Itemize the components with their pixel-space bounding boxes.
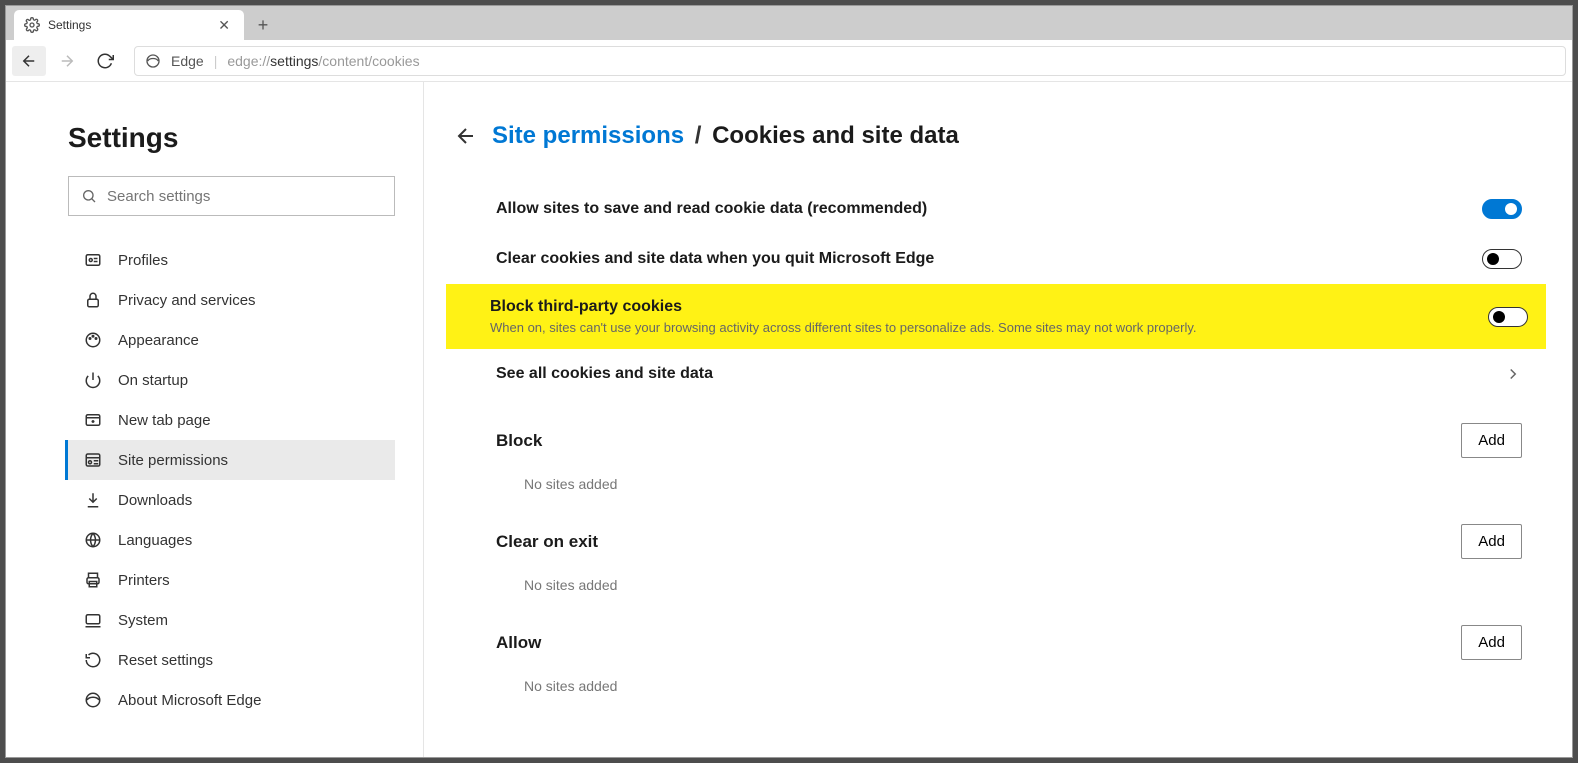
language-icon xyxy=(84,531,102,549)
search-input[interactable] xyxy=(107,188,382,205)
row-title: Clear cookies and site data when you qui… xyxy=(496,250,1482,268)
sidebar-item-site-permissions[interactable]: Site permissions xyxy=(65,440,395,480)
address-bar[interactable]: Edge | edge://settings/content/cookies xyxy=(134,46,1566,76)
tab-settings[interactable]: Settings ✕ xyxy=(14,10,244,40)
row-block-third-party: Block third-party cookies When on, sites… xyxy=(446,284,1546,349)
toggle-allow-cookies[interactable] xyxy=(1482,199,1522,219)
power-icon xyxy=(84,371,102,389)
row-allow-cookies: Allow sites to save and read cookie data… xyxy=(490,184,1528,234)
gear-icon xyxy=(24,17,40,33)
section-title: Clear on exit xyxy=(496,532,598,552)
toggle-block-third-party[interactable] xyxy=(1488,307,1528,327)
row-clear-on-quit: Clear cookies and site data when you qui… xyxy=(490,234,1528,284)
sidebar-item-printers[interactable]: Printers xyxy=(65,560,395,600)
section-title: Block xyxy=(496,431,542,451)
sidebar-heading: Settings xyxy=(68,122,395,154)
add-clearexit-button[interactable]: Add xyxy=(1461,524,1522,559)
row-desc: When on, sites can't use your browsing a… xyxy=(490,320,1488,335)
row-title: Allow sites to save and read cookie data… xyxy=(496,200,1482,218)
url-text: edge://settings/content/cookies xyxy=(227,53,419,69)
sidebar-item-appearance[interactable]: Appearance xyxy=(65,320,395,360)
url-separator: | xyxy=(214,53,218,69)
breadcrumb-sep: / xyxy=(695,122,702,149)
sidebar-item-startup[interactable]: On startup xyxy=(65,360,395,400)
sidebar-item-label: Printers xyxy=(118,572,170,589)
section-allow: Allow Add No sites added xyxy=(490,619,1528,702)
sidebar-item-newtab[interactable]: New tab page xyxy=(65,400,395,440)
section-block: Block Add No sites added xyxy=(490,417,1528,500)
refresh-button[interactable] xyxy=(88,46,122,76)
tab-bar: Settings ✕ + xyxy=(6,6,1572,40)
chevron-right-icon xyxy=(1504,365,1522,383)
sidebar-item-label: Profiles xyxy=(118,252,168,269)
new-tab-button[interactable]: + xyxy=(248,10,278,40)
search-settings[interactable] xyxy=(68,176,395,216)
sidebar-item-label: Languages xyxy=(118,532,192,549)
row-title: Block third-party cookies xyxy=(490,298,1488,316)
palette-icon xyxy=(84,331,102,349)
add-block-button[interactable]: Add xyxy=(1461,423,1522,458)
system-icon xyxy=(84,611,102,629)
sidebar-item-label: System xyxy=(118,612,168,629)
reset-icon xyxy=(84,651,102,669)
tab-title: Settings xyxy=(48,18,206,32)
settings-sidebar: Settings Profiles Privacy and services A… xyxy=(6,82,424,757)
printer-icon xyxy=(84,571,102,589)
breadcrumb-current: Cookies and site data xyxy=(712,122,959,149)
toggle-clear-on-quit[interactable] xyxy=(1482,249,1522,269)
sidebar-item-profiles[interactable]: Profiles xyxy=(65,240,395,280)
forward-button xyxy=(50,46,84,76)
sidebar-item-label: On startup xyxy=(118,372,188,389)
browser-window: Settings ✕ + Edge | edge://settings/cont… xyxy=(5,5,1573,758)
section-empty: No sites added xyxy=(490,464,1528,500)
sidebar-item-label: Appearance xyxy=(118,332,199,349)
sidebar-item-downloads[interactable]: Downloads xyxy=(65,480,395,520)
section-empty: No sites added xyxy=(490,666,1528,702)
profile-icon xyxy=(84,251,102,269)
newtab-icon xyxy=(84,411,102,429)
sidebar-item-about[interactable]: About Microsoft Edge xyxy=(65,680,395,720)
sidebar-item-label: Site permissions xyxy=(118,452,228,469)
breadcrumb: Site permissions / Cookies and site data xyxy=(454,122,1528,150)
section-title: Allow xyxy=(496,633,541,653)
sidebar-item-label: New tab page xyxy=(118,412,211,429)
edge-icon xyxy=(84,691,102,709)
lock-icon xyxy=(84,291,102,309)
sidebar-item-reset[interactable]: Reset settings xyxy=(65,640,395,680)
content-area: Settings Profiles Privacy and services A… xyxy=(6,82,1572,757)
close-icon[interactable]: ✕ xyxy=(214,15,234,36)
settings-main: Site permissions / Cookies and site data… xyxy=(424,82,1572,757)
back-button[interactable] xyxy=(12,46,46,76)
add-allow-button[interactable]: Add xyxy=(1461,625,1522,660)
sidebar-item-languages[interactable]: Languages xyxy=(65,520,395,560)
sidebar-menu: Profiles Privacy and services Appearance… xyxy=(68,240,395,720)
row-title: See all cookies and site data xyxy=(496,365,1504,383)
sidebar-item-label: About Microsoft Edge xyxy=(118,692,261,709)
sidebar-item-label: Privacy and services xyxy=(118,292,256,309)
sidebar-item-label: Downloads xyxy=(118,492,192,509)
sidebar-item-privacy[interactable]: Privacy and services xyxy=(65,280,395,320)
sidebar-item-label: Reset settings xyxy=(118,652,213,669)
section-clear-on-exit: Clear on exit Add No sites added xyxy=(490,518,1528,601)
breadcrumb-parent[interactable]: Site permissions xyxy=(492,122,684,149)
edge-icon xyxy=(145,53,161,69)
permissions-icon xyxy=(84,451,102,469)
section-empty: No sites added xyxy=(490,565,1528,601)
toolbar: Edge | edge://settings/content/cookies xyxy=(6,40,1572,82)
back-arrow-icon[interactable] xyxy=(454,124,478,148)
search-icon xyxy=(81,188,97,204)
sidebar-item-system[interactable]: System xyxy=(65,600,395,640)
url-edge-label: Edge xyxy=(171,53,204,69)
row-see-all-cookies[interactable]: See all cookies and site data xyxy=(490,349,1528,399)
download-icon xyxy=(84,491,102,509)
